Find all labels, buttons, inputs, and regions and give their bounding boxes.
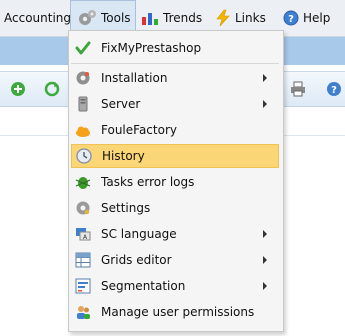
menu-item-label: Manage user permissions <box>101 305 255 319</box>
menu-item-tasks-error-logs[interactable]: Tasks error logs <box>71 170 279 194</box>
menu-item-label: Server <box>101 97 141 111</box>
menu-help[interactable]: ? Help <box>283 0 330 36</box>
menu-item-fixmyprestashop[interactable]: FixMyPrestashop <box>71 36 279 60</box>
menu-item-sc-language[interactable]: A SC language <box>71 222 279 246</box>
tools-dropdown: FixMyPrestashop Installation Server Foul… <box>68 30 284 332</box>
segment-icon <box>75 278 91 294</box>
language-icon: A <box>76 228 91 241</box>
server-icon <box>78 96 88 112</box>
menu-item-label: FixMyPrestashop <box>101 41 202 55</box>
menu-item-label: FouleFactory <box>101 123 177 137</box>
clock-icon <box>76 148 92 164</box>
menu-item-label: History <box>102 149 145 163</box>
submenu-arrow-icon <box>263 74 267 82</box>
svg-text:?: ? <box>331 85 337 96</box>
submenu-arrow-icon <box>263 256 267 264</box>
bar-chart-icon <box>142 13 158 25</box>
menu-item-segmentation[interactable]: Segmentation <box>71 274 279 298</box>
add-icon[interactable] <box>10 81 26 97</box>
menu-accounting[interactable]: Accounting <box>4 0 71 36</box>
menu-item-label: Settings <box>101 201 151 215</box>
svg-text:?: ? <box>288 14 294 25</box>
gear-icon <box>76 71 90 85</box>
menu-item-label: SC language <box>101 227 177 241</box>
menu-item-label: Tasks error logs <box>101 175 195 189</box>
help-icon: ? <box>283 10 299 26</box>
menu-item-label: Grids editor <box>101 253 172 267</box>
menu-item-foulefactory[interactable]: FouleFactory <box>71 118 279 142</box>
submenu-arrow-icon <box>263 282 267 290</box>
submenu-arrow-icon <box>263 100 267 108</box>
menu-item-settings[interactable]: Settings <box>71 196 279 220</box>
menu-help-label: Help <box>303 11 331 25</box>
submenu-arrow-icon <box>263 230 267 238</box>
bug-icon <box>75 177 91 189</box>
help-icon[interactable]: ? <box>326 81 342 97</box>
lightning-icon <box>216 9 230 27</box>
menu-links-label: Links <box>235 11 266 25</box>
menu-item-manage-user-permissions[interactable]: Manage user permissions <box>71 300 279 324</box>
separator <box>71 63 279 64</box>
refresh-icon[interactable] <box>44 81 60 97</box>
menu-item-server[interactable]: Server <box>71 92 279 116</box>
cloud-icon <box>76 126 90 137</box>
checkmark-icon <box>75 41 91 55</box>
menu-accounting-label: Accounting <box>4 11 72 25</box>
menu-tools-label: Tools <box>101 11 131 25</box>
grid-icon <box>75 252 91 268</box>
menu-item-label: Segmentation <box>101 279 186 293</box>
gear-icon <box>76 201 90 215</box>
menu-item-history[interactable]: History <box>71 144 279 168</box>
menu-trends-label: Trends <box>163 11 203 25</box>
menu-item-grids-editor[interactable]: Grids editor <box>71 248 279 272</box>
menu-item-label: Installation <box>101 71 168 85</box>
menu-item-installation[interactable]: Installation <box>71 66 279 90</box>
gears-icon <box>79 10 96 25</box>
users-icon <box>77 306 90 319</box>
print-icon[interactable] <box>290 81 306 97</box>
